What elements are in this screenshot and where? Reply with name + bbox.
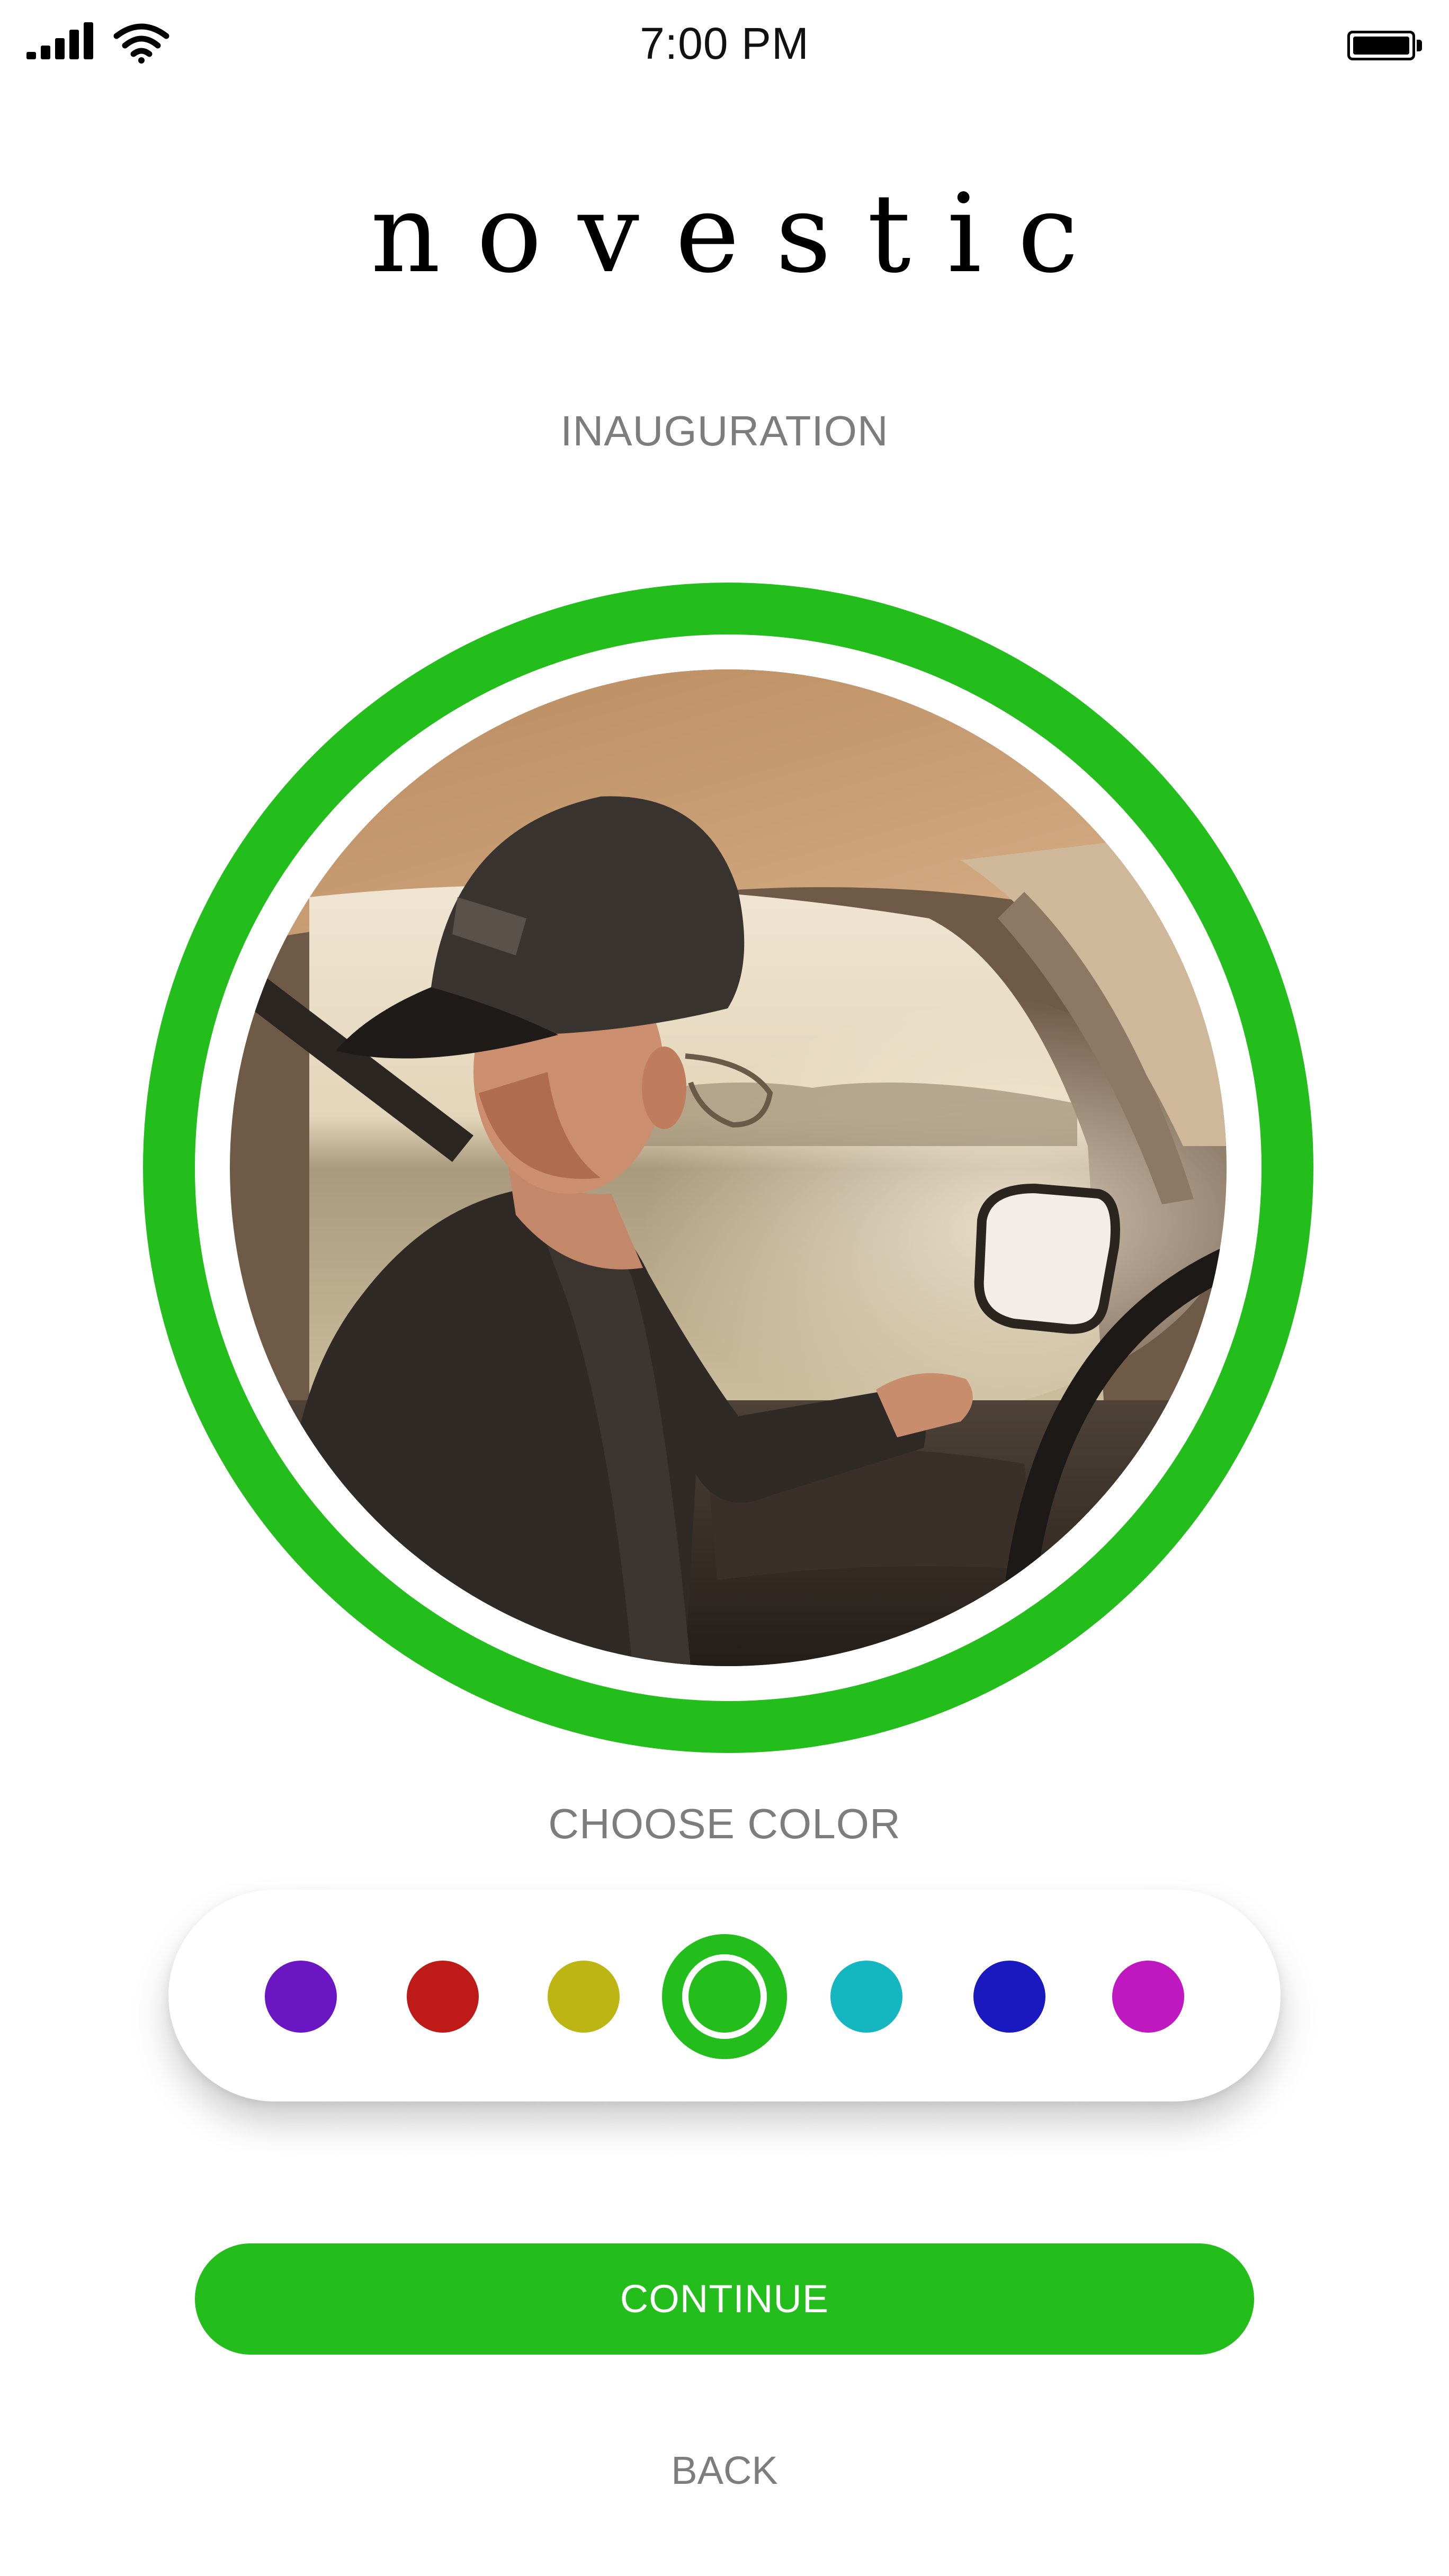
color-swatch-green-selected[interactable] bbox=[662, 1934, 787, 2059]
status-bar: 7:00 PM bbox=[0, 0, 1449, 90]
color-swatch-blue[interactable] bbox=[973, 1961, 1045, 2033]
selected-ring-icon bbox=[682, 1954, 767, 2039]
page-subtitle: INAUGURATION bbox=[560, 407, 889, 454]
avatar-ring bbox=[143, 583, 1313, 1753]
color-swatch-magenta[interactable] bbox=[1112, 1961, 1184, 2033]
profile-photo[interactable] bbox=[230, 669, 1227, 1666]
color-swatch-purple[interactable] bbox=[265, 1961, 337, 2033]
continue-button[interactable]: CONTINUE bbox=[195, 2243, 1254, 2355]
back-button[interactable]: BACK bbox=[0, 2448, 1449, 2493]
color-picker bbox=[168, 1890, 1281, 2101]
color-swatch-teal[interactable] bbox=[830, 1961, 902, 2033]
color-swatch-red[interactable] bbox=[407, 1961, 479, 2033]
color-swatch-olive[interactable] bbox=[548, 1961, 620, 2033]
avatar-gap bbox=[195, 634, 1262, 1701]
status-time: 7:00 PM bbox=[640, 19, 809, 68]
battery-icon bbox=[1347, 31, 1425, 64]
choose-color-label: CHOOSE COLOR bbox=[548, 1800, 901, 1847]
app-logo: novestic bbox=[370, 171, 1115, 297]
profile-photo-image bbox=[230, 669, 1227, 1666]
